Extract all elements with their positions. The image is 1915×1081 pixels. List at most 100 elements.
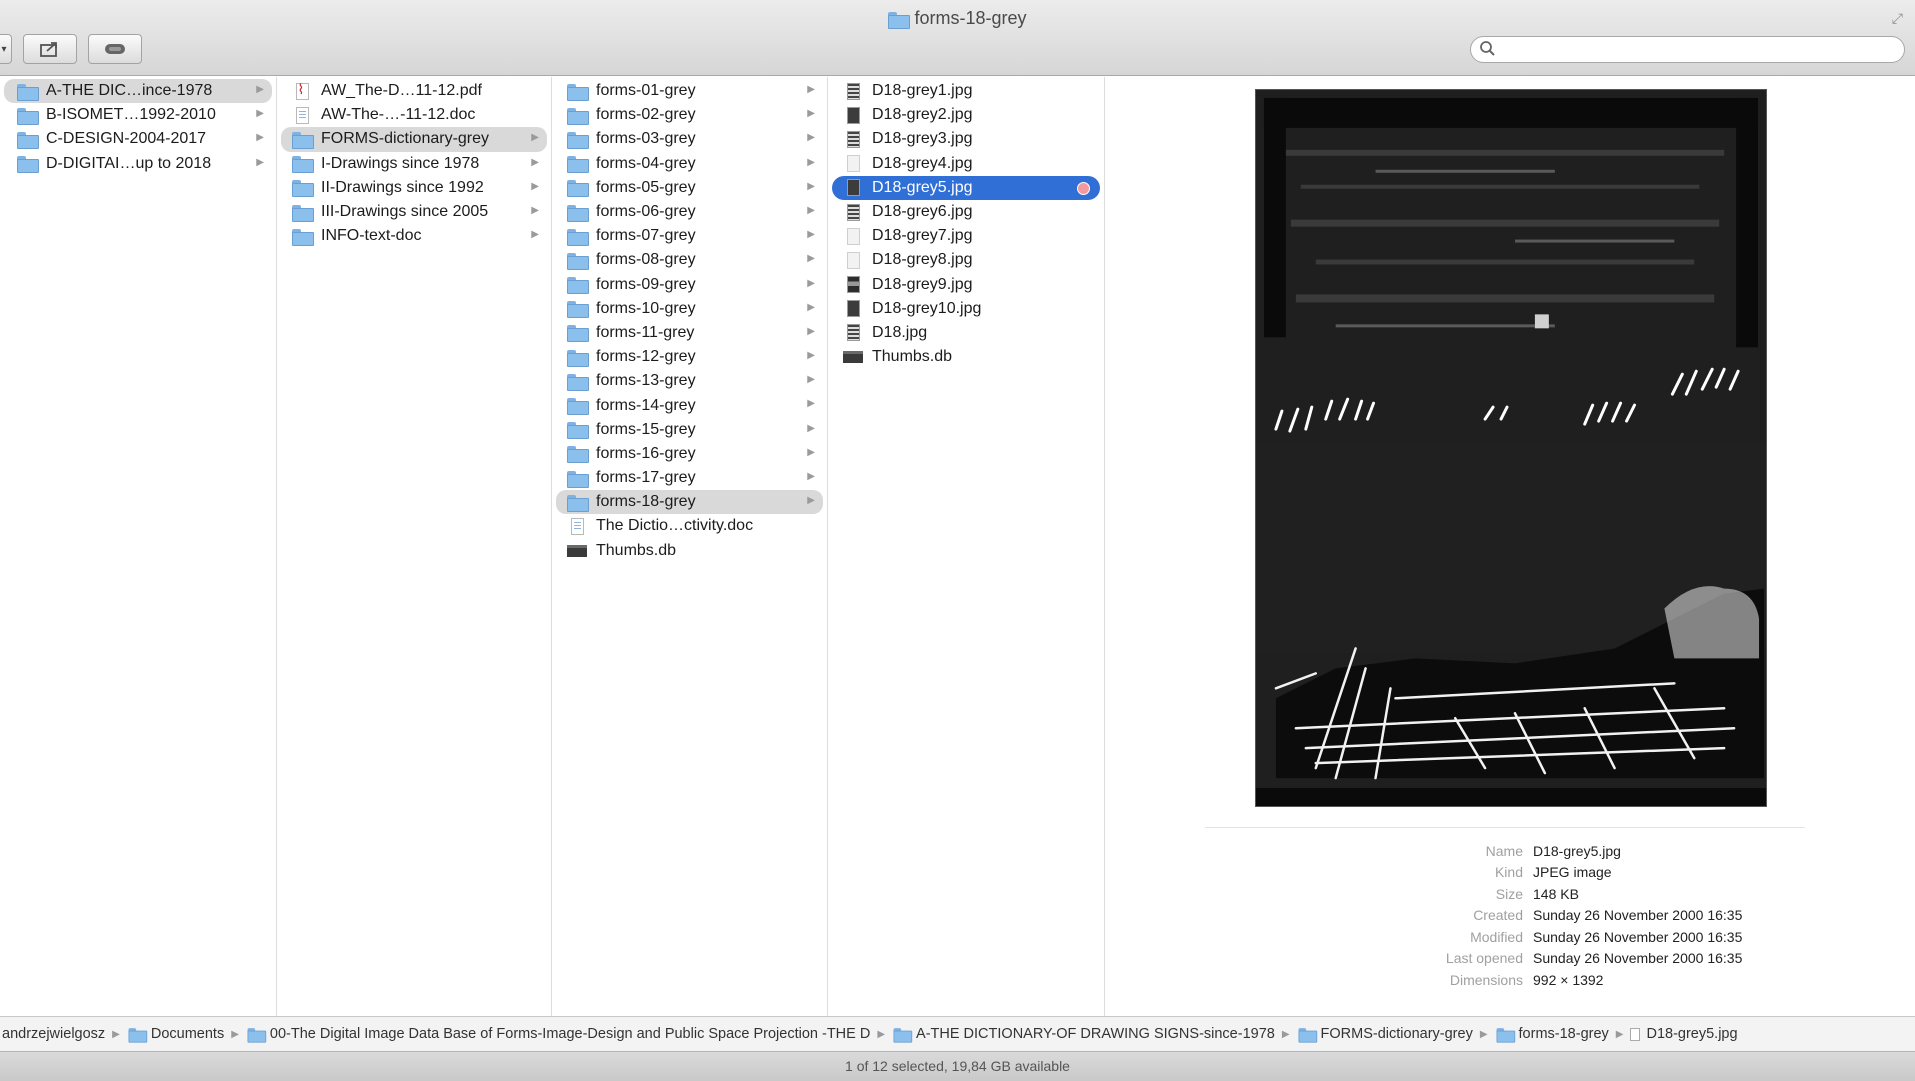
folder-icon <box>291 130 314 149</box>
folder-item[interactable]: forms-14-grey ▶ <box>556 393 823 417</box>
path-crumb[interactable]: FORMS-dictionary-grey <box>1297 1026 1473 1043</box>
meta-created: Created Sunday 26 November 2000 16:35 <box>1205 905 1805 927</box>
folder-item[interactable]: III-Drawings since 2005 ▶ <box>281 200 547 224</box>
path-crumb[interactable]: andrzejwielgosz <box>2 1026 105 1042</box>
path-crumb-label: Documents <box>150 1026 225 1042</box>
item-label: D18.jpg <box>872 323 928 341</box>
file-item[interactable]: D18-grey8.jpg <box>832 248 1100 272</box>
item-label: D18-grey6.jpg <box>872 203 973 221</box>
folder-icon <box>566 445 589 464</box>
folder-item[interactable]: A-THE DIC…ince-1978 ▶ <box>4 79 272 104</box>
file-icon <box>1630 1027 1641 1041</box>
item-label: forms-08-grey <box>596 251 696 269</box>
folder-icon <box>291 179 314 198</box>
file-item[interactable]: D18-grey4.jpg <box>832 152 1100 176</box>
folder-item[interactable]: INFO-text-doc ▶ <box>281 224 547 248</box>
folder-item[interactable]: forms-09-grey ▶ <box>556 273 823 297</box>
path-crumb-label: forms-18-grey <box>1518 1026 1609 1042</box>
folder-item[interactable]: forms-01-grey ▶ <box>556 79 823 103</box>
disclosure-arrow-icon: ▶ <box>256 108 264 120</box>
folder-icon <box>893 1027 913 1043</box>
folder-item[interactable]: forms-10-grey ▶ <box>556 297 823 321</box>
folder-item[interactable]: forms-06-grey ▶ <box>556 200 823 224</box>
tags-button[interactable] <box>88 34 142 64</box>
disclosure-arrow-icon: ▶ <box>807 180 815 192</box>
file-item[interactable]: D18-grey2.jpg <box>832 103 1100 127</box>
file-item[interactable]: D18-grey6.jpg <box>832 200 1100 224</box>
folder-item[interactable]: forms-18-grey ▶ <box>556 490 823 515</box>
file-item[interactable]: AW_The-D…11-12.pdf <box>281 79 547 103</box>
meta-key: Name <box>1485 842 1523 859</box>
item-label: FORMS-dictionary-grey <box>321 130 490 148</box>
fullscreen-icon[interactable]: ⤢ <box>1892 10 1903 27</box>
path-crumb[interactable]: D18-grey5.jpg <box>1630 1026 1738 1042</box>
disclosure-arrow-icon: ▶ <box>807 471 815 482</box>
folder-item[interactable]: II-Drawings since 1992 ▶ <box>281 176 547 200</box>
folder-item[interactable]: forms-05-grey ▶ <box>556 176 823 200</box>
file-item[interactable]: D18-grey10.jpg <box>832 297 1100 321</box>
file-item[interactable]: D18-grey9.jpg <box>832 273 1100 297</box>
meta-name: Name D18-grey5.jpg <box>1205 840 1805 862</box>
folder-item[interactable]: forms-17-grey ▶ <box>556 466 823 490</box>
disclosure-arrow-icon: ▶ <box>531 229 539 241</box>
file-item[interactable]: D18-grey3.jpg <box>832 127 1100 151</box>
folder-item[interactable]: forms-12-grey ▶ <box>556 345 823 369</box>
folder-item[interactable]: forms-03-grey ▶ <box>556 127 823 151</box>
folder-item[interactable]: forms-15-grey ▶ <box>556 418 823 442</box>
folder-item[interactable]: D-DIGITAI…up to 2018 ▶ <box>4 152 272 176</box>
item-label: D18-grey10.jpg <box>872 299 982 317</box>
item-label: D-DIGITAI…up to 2018 <box>46 154 212 172</box>
folder-item[interactable]: forms-16-grey ▶ <box>556 442 823 466</box>
file-item[interactable]: D18-grey7.jpg <box>832 224 1100 248</box>
folder-item[interactable]: B-ISOMET…1992-2010 ▶ <box>4 103 272 127</box>
image-thumb-icon <box>842 179 864 197</box>
folder-item[interactable]: forms-08-grey ▶ <box>556 248 823 272</box>
item-label: Thumbs.db <box>872 348 953 366</box>
path-crumb[interactable]: 00-The Digital Image Data Base of Forms-… <box>246 1026 870 1043</box>
path-crumb[interactable]: Documents <box>127 1026 225 1043</box>
folder-item[interactable]: I-Drawings since 1978 ▶ <box>281 152 547 176</box>
folder-icon <box>566 82 589 101</box>
file-item[interactable]: AW-The-…-11-12.doc <box>281 103 547 127</box>
folder-item[interactable]: FORMS-dictionary-grey ▶ <box>281 127 547 152</box>
folder-item[interactable]: forms-02-grey ▶ <box>556 103 823 127</box>
folder-icon <box>128 1027 148 1043</box>
meta-value: JPEG image <box>1533 864 1612 881</box>
item-label: forms-04-grey <box>596 154 696 172</box>
file-item[interactable]: D18.jpg <box>832 321 1100 345</box>
disclosure-arrow-icon: ▶ <box>807 253 815 265</box>
folder-item[interactable]: forms-13-grey ▶ <box>556 369 823 393</box>
meta-key: Size <box>1495 885 1523 902</box>
item-label: A-THE DIC…ince-1978 <box>46 82 213 100</box>
item-label: B-ISOMET…1992-2010 <box>46 106 216 124</box>
file-item[interactable]: D18-grey5.jpg <box>832 175 1100 200</box>
item-label: forms-09-grey <box>596 275 696 293</box>
file-item[interactable]: Thumbs.db <box>556 539 823 563</box>
path-crumb-label: FORMS-dictionary-grey <box>1320 1026 1473 1042</box>
search-input[interactable] <box>1501 39 1896 60</box>
file-item[interactable]: The Dictio…ctivity.doc <box>556 514 823 538</box>
preview-pane: Name D18-grey5.jpg Kind JPEG image Size 148… <box>1105 77 1915 1016</box>
folder-item[interactable]: forms-07-grey ▶ <box>556 224 823 248</box>
item-label: forms-17-grey <box>596 469 696 487</box>
disclosure-arrow-icon: ▶ <box>256 156 264 168</box>
file-item[interactable]: Thumbs.db <box>832 345 1100 369</box>
folder-icon <box>291 155 314 174</box>
path-crumb[interactable]: A-THE DICTIONARY-OF DRAWING SIGNS-since-… <box>892 1026 1275 1043</box>
item-label: forms-07-grey <box>596 227 696 245</box>
item-label: forms-02-grey <box>596 106 696 124</box>
folder-item[interactable]: forms-11-grey ▶ <box>556 321 823 345</box>
folder-icon <box>566 179 589 198</box>
folder-item[interactable]: forms-04-grey ▶ <box>556 152 823 176</box>
item-label: AW-The-…-11-12.doc <box>321 106 476 124</box>
folder-icon <box>566 130 589 149</box>
image-thumb-icon <box>842 276 864 294</box>
action-menu-button[interactable]: ▾ <box>0 34 12 64</box>
disclosure-arrow-icon: ▶ <box>531 156 539 168</box>
meta-kind: Kind JPEG image <box>1205 862 1805 884</box>
file-item[interactable]: D18-grey1.jpg <box>832 79 1100 103</box>
search-field[interactable] <box>1470 36 1905 63</box>
share-button[interactable] <box>23 34 77 64</box>
folder-item[interactable]: C-DESIGN-2004-2017 ▶ <box>4 127 272 151</box>
path-crumb[interactable]: forms-18-grey <box>1495 1026 1609 1043</box>
